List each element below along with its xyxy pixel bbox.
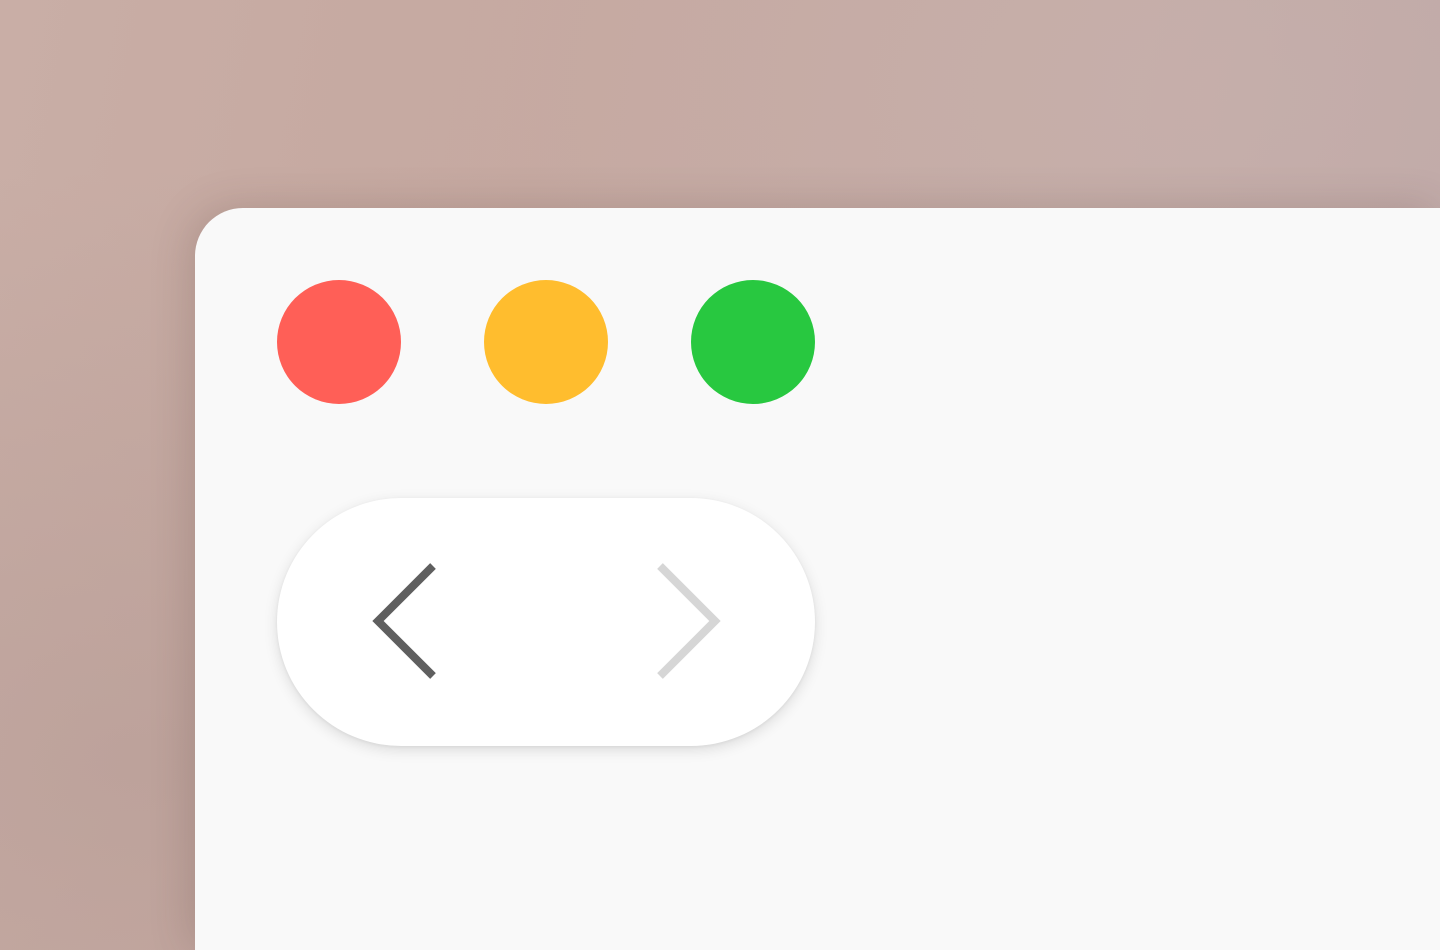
chevron-right-icon — [656, 563, 721, 679]
zoom-window-button[interactable] — [691, 280, 815, 404]
chevron-left-icon — [371, 563, 436, 679]
app-window — [195, 208, 1440, 950]
forward-button[interactable] — [546, 498, 815, 746]
navigation-button-group — [277, 498, 815, 746]
minimize-window-button[interactable] — [484, 280, 608, 404]
back-button[interactable] — [277, 498, 546, 746]
close-window-button[interactable] — [277, 280, 401, 404]
